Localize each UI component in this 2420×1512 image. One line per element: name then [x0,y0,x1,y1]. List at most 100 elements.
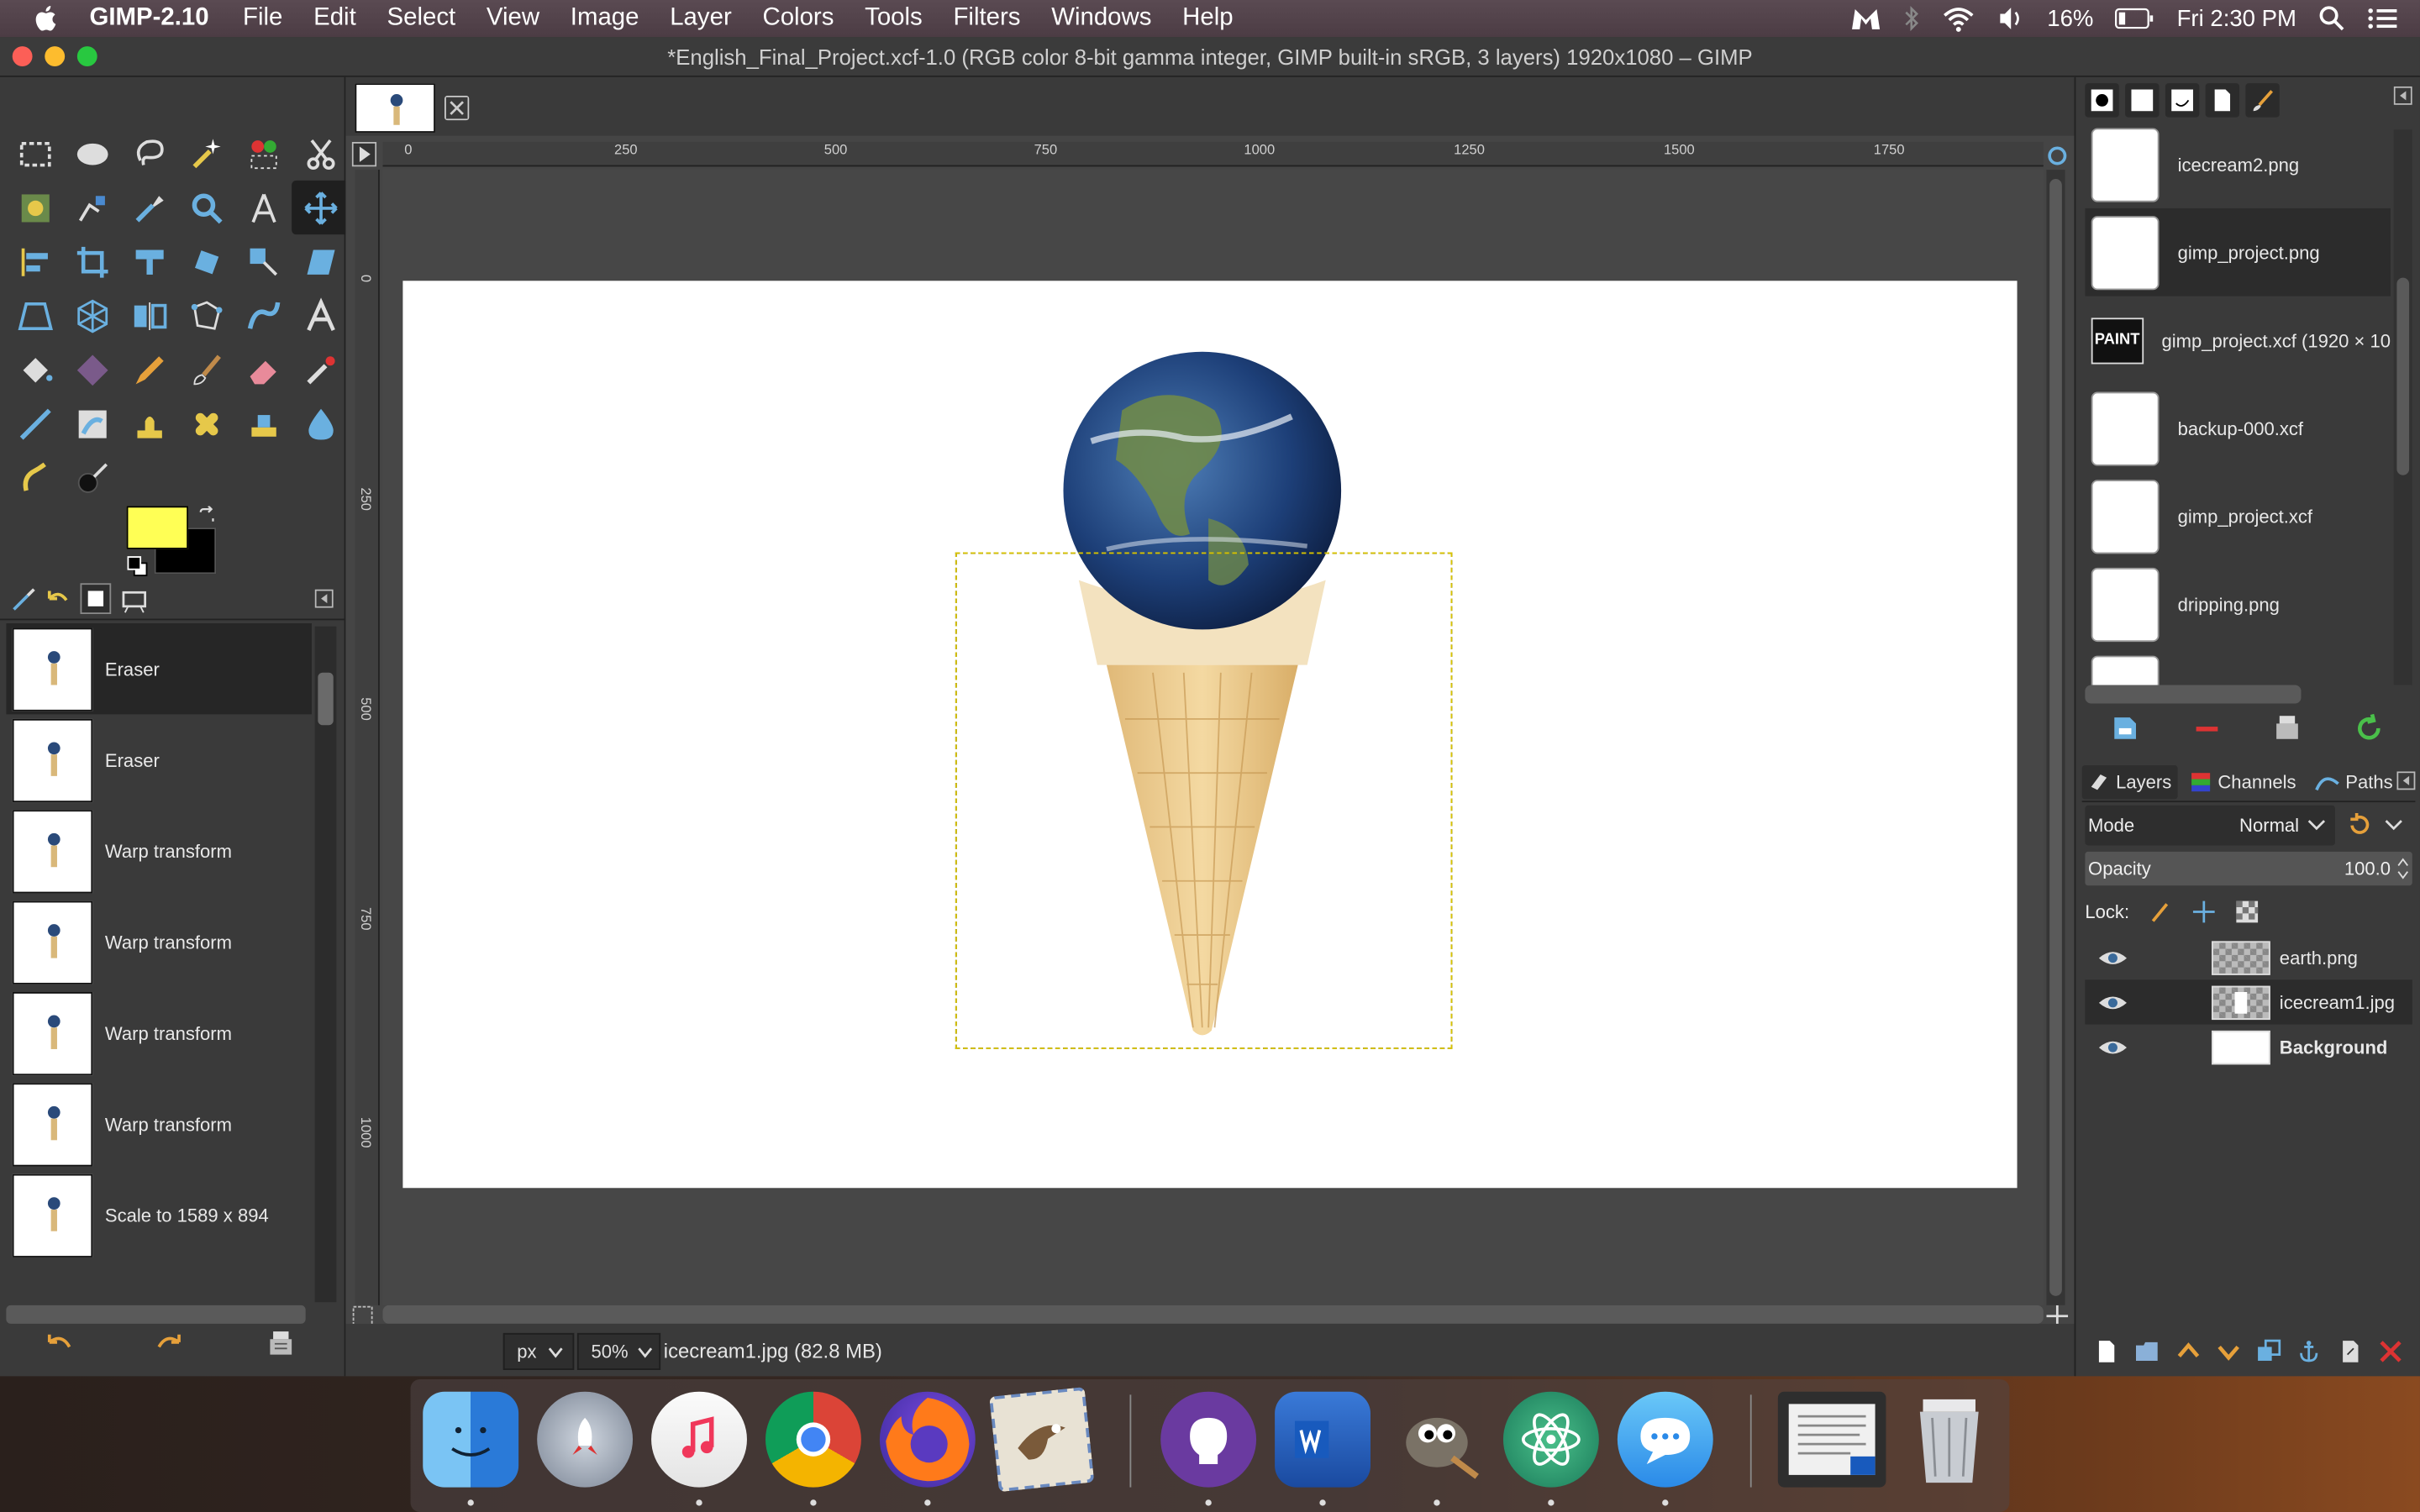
chevron-down-icon[interactable] [2385,819,2403,832]
smudge-tool[interactable] [6,450,63,504]
bluetooth-icon[interactable] [1905,5,1920,33]
measure-tool[interactable] [234,181,292,234]
menu-edit[interactable]: Edit [313,5,356,33]
search-icon[interactable] [2318,5,2346,33]
foreground-select-tool[interactable] [6,181,63,234]
menu-select[interactable]: Select [387,5,455,33]
dock-music[interactable] [651,1391,747,1488]
brushes-tab[interactable] [2085,83,2119,118]
menu-windows[interactable]: Windows [1051,5,1151,33]
image-tab[interactable] [355,83,435,133]
default-colors-icon[interactable] [127,555,149,577]
clone-tool[interactable] [120,396,177,450]
zoom-select[interactable]: 50% [576,1332,661,1370]
layer-row[interactable]: icecream1.jpg [2085,979,2412,1025]
crop-tool[interactable] [63,234,120,288]
layer-row[interactable]: Background [2085,1025,2412,1069]
menu-app-name[interactable]: GIMP-2.10 [90,5,209,33]
reset-mode-icon[interactable] [2348,812,2372,837]
lock-pixels-icon[interactable] [2148,900,2172,924]
battery-icon[interactable] [2115,8,2155,29]
eraser-tool[interactable] [234,343,292,396]
undo-history-item[interactable]: Warp transform [6,896,312,987]
undo-history-item[interactable]: Eraser [6,714,312,805]
remove-document-icon[interactable] [2191,713,2222,744]
tab-paths[interactable]: Paths [2308,764,2399,798]
undo-history-scrollbar[interactable] [314,626,337,1303]
spin-arrows-icon[interactable] [2396,855,2411,883]
apple-icon[interactable] [31,3,62,34]
layer-row[interactable]: earth.png [2085,935,2412,979]
menu-view[interactable]: View [487,5,539,33]
flip-tool[interactable] [120,288,177,342]
blur-tool[interactable] [292,396,349,450]
shear-tool[interactable] [292,234,349,288]
open-document-icon[interactable] [2110,713,2141,744]
navigate-icon[interactable] [2046,145,2068,167]
wifi-icon[interactable] [1942,5,1975,33]
image-canvas[interactable] [402,281,2018,1189]
patterns-tab[interactable] [2125,83,2160,118]
scrollbar-thumb[interactable] [2396,277,2410,475]
dock-messages[interactable] [1617,1391,1713,1488]
align-tool[interactable] [6,234,63,288]
eye-icon[interactable] [2097,993,2128,1011]
select-by-color-tool[interactable] [234,127,292,181]
lock-position-icon[interactable] [2191,900,2216,924]
dock-chrome[interactable] [765,1391,861,1488]
menu-tools[interactable]: Tools [865,5,923,33]
unit-select[interactable]: px [502,1332,575,1370]
anchor-icon[interactable] [2297,1339,2322,1363]
tab-layers[interactable]: Layers [2081,764,2178,799]
templates-tab-icon[interactable] [120,586,148,614]
menu-file[interactable]: File [243,5,282,33]
menu-colors[interactable]: Colors [762,5,834,33]
document-item[interactable]: backup-000.xcf [2085,384,2391,472]
document-item[interactable]: gimp_project.xcf [2085,472,2391,560]
tool-options-tab-icon[interactable] [9,586,37,614]
paintbrush-tool[interactable] [177,343,234,396]
menu-filters[interactable]: Filters [953,5,1020,33]
move-tool[interactable] [292,180,350,235]
rotate-tool[interactable] [177,234,234,288]
clear-history-icon[interactable] [2272,713,2303,744]
close-tab-icon[interactable] [444,95,470,121]
undo-history-item[interactable]: Warp transform [6,1079,312,1169]
malwarebytes-icon[interactable] [1849,5,1883,33]
dock-trash[interactable] [1902,1392,1997,1488]
eye-icon[interactable] [2097,1037,2128,1056]
images-tab-icon[interactable] [80,583,112,615]
raise-layer-icon[interactable] [2175,1339,2200,1363]
free-select-tool[interactable] [120,127,177,181]
document-item[interactable] [2085,648,2391,685]
dock-menu-icon[interactable] [2393,86,2412,105]
undo-history-item[interactable]: Eraser [6,623,313,715]
document-item[interactable]: PAINT gimp_project.xcf (1920 × 10 [2085,297,2391,385]
fonts-tab[interactable] [2165,83,2200,118]
new-layer-group-icon[interactable] [2135,1339,2160,1363]
undo-history-item[interactable]: Warp transform [6,806,312,896]
paths-tool[interactable] [63,181,120,234]
eye-icon[interactable] [2097,948,2128,967]
tool-presets-tab[interactable] [2245,83,2280,118]
lower-layer-icon[interactable] [2216,1339,2240,1363]
document-item[interactable]: dripping.png [2085,560,2391,648]
swap-colors-icon[interactable] [197,506,216,524]
pencil-tool[interactable] [120,343,177,396]
dodge-burn-tool[interactable] [63,450,120,504]
scrollbar-thumb[interactable] [2049,179,2062,1296]
dock-launchpad[interactable] [537,1391,634,1488]
scale-tool[interactable] [234,234,292,288]
dock-github-desktop[interactable] [1160,1391,1257,1488]
undo-history-item[interactable]: Scale to 1589 x 894 [6,1169,312,1260]
fuzzy-select-tool[interactable] [177,127,234,181]
foreground-color-swatch[interactable] [126,506,189,549]
document-item[interactable]: gimp_project.png [2085,207,2391,297]
document-item[interactable]: icecream2.png [2085,120,2391,208]
dock-menu-icon[interactable] [314,589,334,608]
undo-history-hscrollbar[interactable] [6,1305,306,1324]
undo-icon[interactable] [43,1333,74,1357]
opacity-slider[interactable]: Opacity 100.0 [2085,851,2412,886]
redo-icon[interactable] [155,1333,186,1357]
cage-transform-tool[interactable] [177,288,234,342]
